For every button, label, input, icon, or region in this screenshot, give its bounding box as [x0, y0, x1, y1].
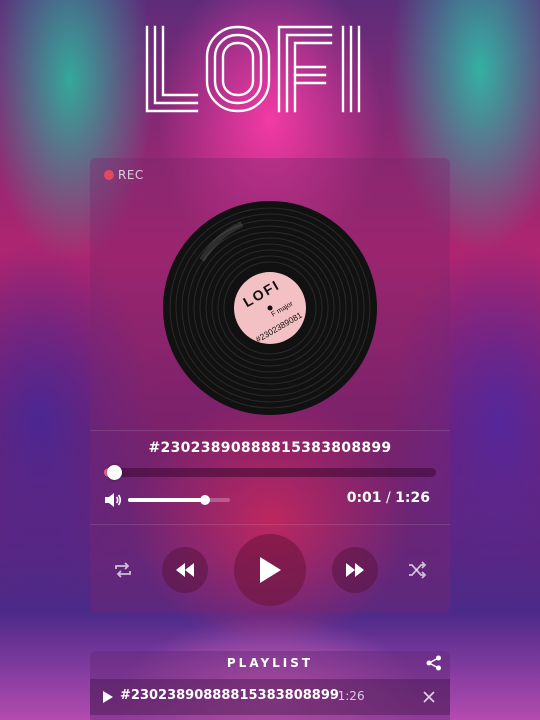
time-total: 1:26 — [395, 490, 430, 506]
next-button[interactable] — [332, 547, 378, 593]
rec-label: REC — [118, 168, 144, 182]
lofi-logo — [145, 25, 361, 113]
speaker-icon[interactable] — [104, 492, 122, 508]
play-icon — [260, 557, 281, 583]
time-current: 0:01 — [346, 490, 382, 506]
play-icon[interactable] — [102, 690, 114, 704]
playlist-item-name: #23023890888815383808899 — [120, 688, 339, 703]
repeat-button[interactable] — [112, 559, 134, 581]
playlist-panel: PLAYLIST #23023890888815383808899 · 1:26 — [90, 651, 450, 720]
previous-button[interactable] — [162, 547, 208, 593]
volume-slider[interactable] — [128, 495, 230, 505]
playlist-item[interactable]: #23023890888815383808899 · 1:26 — [90, 679, 450, 715]
close-icon[interactable] — [422, 690, 436, 704]
player-card: REC LOFI F major #2302389081 #2302389088… — [90, 158, 450, 614]
app-logo — [0, 22, 540, 118]
volume-handle[interactable] — [199, 495, 210, 505]
next-track-icon — [346, 563, 364, 577]
shuffle-icon — [409, 561, 427, 579]
playlist-item-duration: · 1:26 — [330, 689, 365, 703]
seek-bar[interactable] — [104, 465, 436, 480]
previous-track-icon — [176, 563, 194, 577]
seek-handle[interactable] — [107, 465, 123, 480]
volume-row: 0:01 / 1:26 — [104, 490, 436, 510]
vinyl-record: LOFI F major #2302389081 — [163, 201, 377, 415]
repeat-icon — [115, 562, 131, 578]
time-separator: / — [381, 490, 396, 506]
record-dot-icon — [104, 170, 114, 180]
time-display: 0:01 / 1:26 — [347, 490, 430, 506]
track-title: #23023890888815383808899 — [148, 440, 392, 456]
playlist-title: PLAYLIST — [226, 656, 314, 670]
divider — [90, 430, 450, 431]
play-button[interactable] — [234, 534, 306, 606]
shuffle-button[interactable] — [406, 559, 428, 581]
share-icon[interactable] — [426, 655, 442, 671]
volume-slider-fill — [128, 498, 205, 502]
rec-indicator: REC — [104, 168, 144, 182]
playback-controls — [90, 534, 450, 606]
divider — [90, 524, 450, 525]
